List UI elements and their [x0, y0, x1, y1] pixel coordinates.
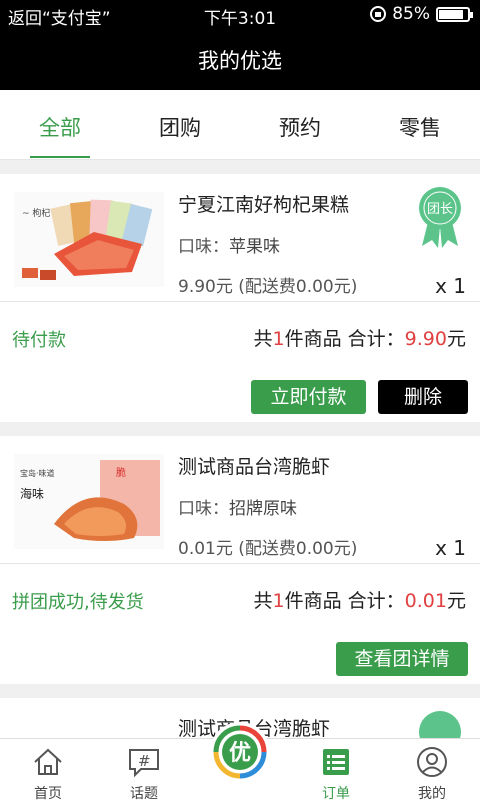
order-summary: 待付款 共1件商品 合计：9.90元 立即付款 删除: [0, 302, 480, 430]
nav-topics[interactable]: # 话题: [96, 739, 192, 800]
page-title: 我的优选: [198, 49, 282, 73]
nav-topics-label: 话题: [130, 786, 158, 800]
nav-bar: 我的优选: [0, 28, 480, 90]
home-icon: [34, 748, 62, 775]
status-bar: 返回“支付宝” 下午3:01 85%: [0, 0, 480, 29]
product-quantity: x 1: [435, 536, 466, 560]
battery-icon: [436, 6, 473, 22]
order-status: 待付款: [12, 330, 66, 351]
group-leader-badge: [414, 710, 466, 738]
order-summary: 拼团成功,待发货 共1件商品 合计：0.01元 查看团详情: [0, 564, 480, 692]
nav-home-label: 首页: [34, 786, 62, 800]
product-name: 宁夏江南好枸杞果糕: [178, 194, 350, 216]
nav-orders[interactable]: 订单: [288, 739, 384, 800]
product-image: ~ 枸杞 ~: [14, 192, 164, 287]
order-card: 宝岛·味道 海味 脆 测试商品台湾脆虾 口味：招牌原味 0.01元 (配送费0.…: [0, 436, 480, 684]
tab-group-buy[interactable]: 团购: [120, 90, 240, 159]
badge-label: 团长: [426, 202, 453, 217]
order-total: 共1件商品 合计：9.90元: [253, 328, 466, 350]
svg-text:脆: 脆: [116, 466, 126, 479]
rotation-lock-icon: [370, 6, 387, 22]
order-total: 共1件商品 合计：0.01元: [253, 590, 466, 612]
tab-retail[interactable]: 零售: [360, 90, 480, 159]
logo-icon: 优: [213, 725, 267, 779]
nav-home[interactable]: 首页: [0, 739, 96, 800]
product-flavor: 口味：苹果味: [178, 237, 280, 257]
svg-text:#: #: [138, 752, 151, 770]
nav-orders-label: 订单: [322, 786, 350, 800]
product-flavor: 口味：招牌原味: [178, 499, 297, 519]
status-right: 85%: [370, 4, 473, 24]
product-price: 9.90元 (配送费0.00元): [178, 277, 358, 297]
tab-all[interactable]: 全部: [0, 90, 120, 159]
order-product[interactable]: ~ 枸杞 ~ 宁夏江南好枸杞果糕 口味：苹果味 9.90元 (配送费0.00元)…: [0, 174, 480, 302]
pay-now-button[interactable]: 立即付款: [251, 380, 366, 414]
nav-mine[interactable]: 我的: [384, 739, 480, 800]
product-image: 宝岛·味道 海味 脆: [14, 454, 164, 549]
order-tabs: 全部 团购 预约 零售: [0, 90, 480, 160]
order-status: 拼团成功,待发货: [12, 592, 144, 613]
battery-percent: 85%: [392, 4, 430, 24]
user-icon: [417, 747, 447, 777]
product-price: 0.01元 (配送费0.00元): [178, 539, 358, 559]
svg-text:优: 优: [229, 740, 251, 766]
order-card: ~ 枸杞 ~ 宁夏江南好枸杞果糕 口味：苹果味 9.90元 (配送费0.00元)…: [0, 174, 480, 422]
list-icon: [323, 749, 349, 775]
group-leader-badge: 团长: [414, 186, 466, 248]
nav-mine-label: 我的: [418, 786, 446, 800]
product-name: 测试商品台湾脆虾: [178, 456, 331, 478]
tab-reserve[interactable]: 预约: [240, 90, 360, 159]
delete-button[interactable]: 删除: [378, 380, 468, 414]
svg-text:宝岛·味道: 宝岛·味道: [20, 468, 55, 478]
order-product[interactable]: 宝岛·味道 海味 脆 测试商品台湾脆虾 口味：招牌原味 0.01元 (配送费0.…: [0, 436, 480, 564]
chat-icon: #: [129, 749, 159, 778]
view-group-details-button[interactable]: 查看团详情: [336, 642, 468, 676]
product-quantity: x 1: [435, 274, 466, 298]
svg-text:海味: 海味: [20, 486, 44, 501]
brand-logo-button[interactable]: 优: [210, 722, 270, 782]
